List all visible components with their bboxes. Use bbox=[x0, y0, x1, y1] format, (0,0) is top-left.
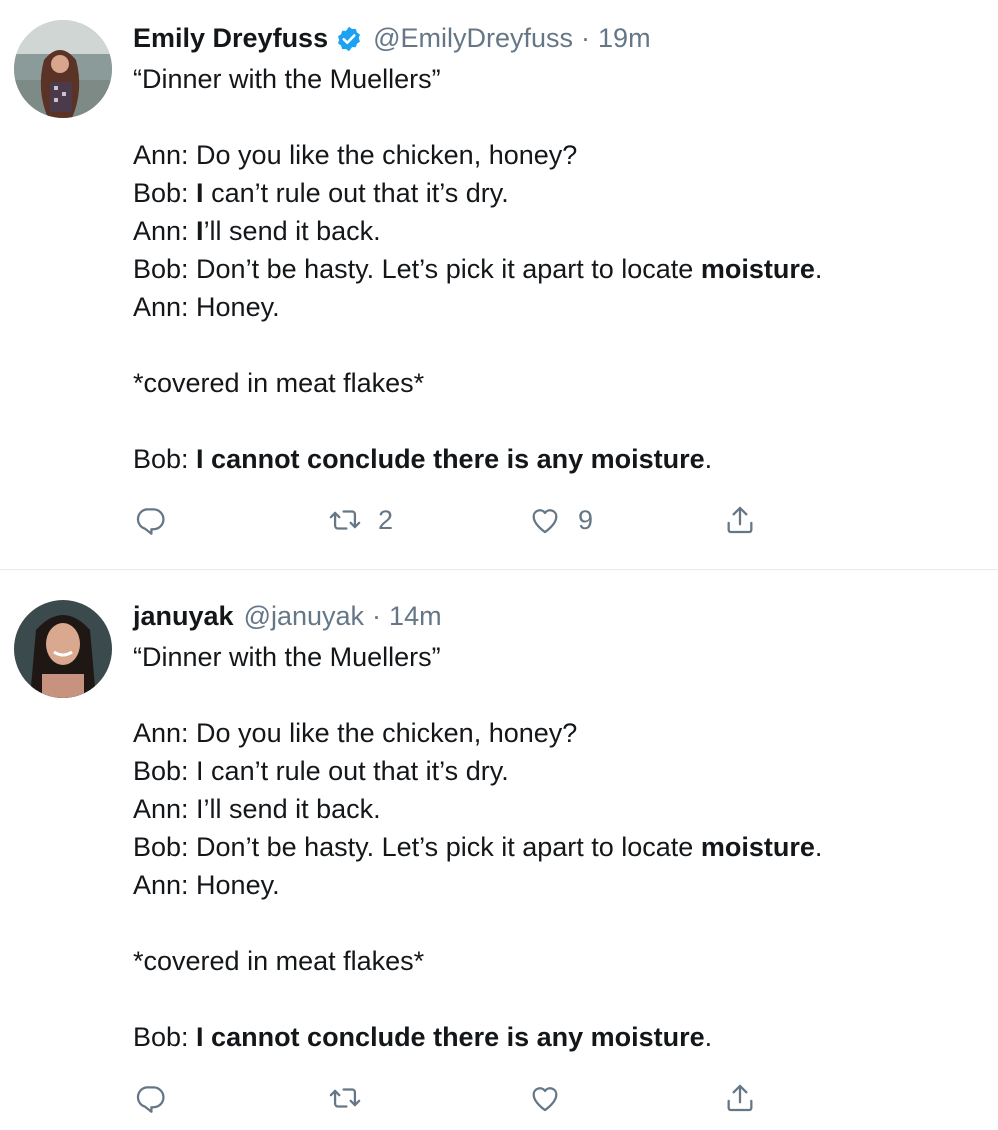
avatar[interactable] bbox=[14, 20, 112, 118]
tweet-2-actions bbox=[133, 1078, 773, 1118]
share-button[interactable] bbox=[723, 503, 757, 537]
text-line: Bob: I cannot conclude there is any mois… bbox=[133, 444, 713, 474]
like-button[interactable]: 9 bbox=[528, 503, 593, 537]
text-line: Ann: I’ll send it back. bbox=[133, 216, 381, 246]
tweet-header: Emily Dreyfuss @EmilyDreyfuss · 19m bbox=[133, 18, 978, 58]
avatar-photo bbox=[14, 600, 112, 698]
reply-icon bbox=[136, 1086, 165, 1113]
tweet-2-content: januyak @januyak · 14m “Dinner with the … bbox=[133, 596, 978, 1056]
tweet-actions: 2 9 bbox=[133, 500, 773, 540]
text-line: Ann: I’ll send it back. bbox=[133, 794, 381, 824]
avatar-photo bbox=[14, 20, 112, 118]
retweet-count: 2 bbox=[378, 504, 394, 535]
author-handle[interactable]: @EmilyDreyfuss bbox=[373, 18, 573, 58]
tweet-header: januyak @januyak · 14m bbox=[133, 596, 978, 636]
author-handle[interactable]: @januyak bbox=[244, 596, 364, 636]
share-button[interactable] bbox=[723, 1081, 757, 1115]
verified-badge-icon bbox=[335, 24, 363, 52]
retweet-button[interactable] bbox=[328, 1081, 378, 1115]
tweet-text: “Dinner with the Muellers” Ann: Do you l… bbox=[133, 638, 978, 1056]
heart-icon bbox=[532, 509, 558, 534]
retweet-icon bbox=[329, 1088, 361, 1108]
text-line: Ann: Honey. bbox=[133, 870, 280, 900]
separator-dot: · bbox=[372, 601, 382, 631]
author-name[interactable]: januyak bbox=[133, 596, 234, 636]
text-line: “Dinner with the Muellers” bbox=[133, 642, 441, 672]
author-name[interactable]: Emily Dreyfuss bbox=[133, 18, 328, 58]
reply-button[interactable] bbox=[133, 1081, 167, 1115]
text-line: “Dinner with the Muellers” bbox=[133, 64, 441, 94]
tweet-text: “Dinner with the Muellers” Ann: Do you l… bbox=[133, 60, 978, 478]
timestamp[interactable]: 19m bbox=[598, 18, 651, 58]
text-line: Bob: I can’t rule out that it’s dry. bbox=[133, 178, 509, 208]
tweet-content: Emily Dreyfuss @EmilyDreyfuss · 19m “Din… bbox=[133, 18, 978, 478]
text-line: Ann: Do you like the chicken, honey? bbox=[133, 718, 578, 748]
avatar[interactable] bbox=[14, 600, 112, 698]
retweet-icon bbox=[329, 510, 361, 530]
text-line: Bob: Don’t be hasty. Let’s pick it apart… bbox=[133, 832, 823, 862]
like-button[interactable] bbox=[528, 1081, 578, 1115]
timestamp[interactable]: 14m bbox=[389, 596, 442, 636]
reply-button[interactable] bbox=[133, 503, 167, 537]
tweet-1[interactable]: Emily Dreyfuss @EmilyDreyfuss · 19m “Din… bbox=[0, 0, 998, 570]
share-icon bbox=[727, 1084, 753, 1112]
text-line: *covered in meat flakes* bbox=[133, 946, 425, 976]
text-line: Ann: Do you like the chicken, honey? bbox=[133, 140, 578, 170]
text-line: Bob: I cannot conclude there is any mois… bbox=[133, 1022, 713, 1052]
separator-dot: · bbox=[581, 23, 591, 53]
text-line: *covered in meat flakes* bbox=[133, 368, 425, 398]
heart-icon bbox=[532, 1087, 558, 1112]
reply-icon bbox=[136, 508, 165, 535]
text-line: Ann: Honey. bbox=[133, 292, 280, 322]
text-line: Bob: Don’t be hasty. Let’s pick it apart… bbox=[133, 254, 823, 284]
share-icon bbox=[727, 506, 753, 534]
like-count: 9 bbox=[578, 504, 594, 535]
retweet-button[interactable]: 2 bbox=[328, 503, 393, 537]
text-line: Bob: I can’t rule out that it’s dry. bbox=[133, 756, 509, 786]
